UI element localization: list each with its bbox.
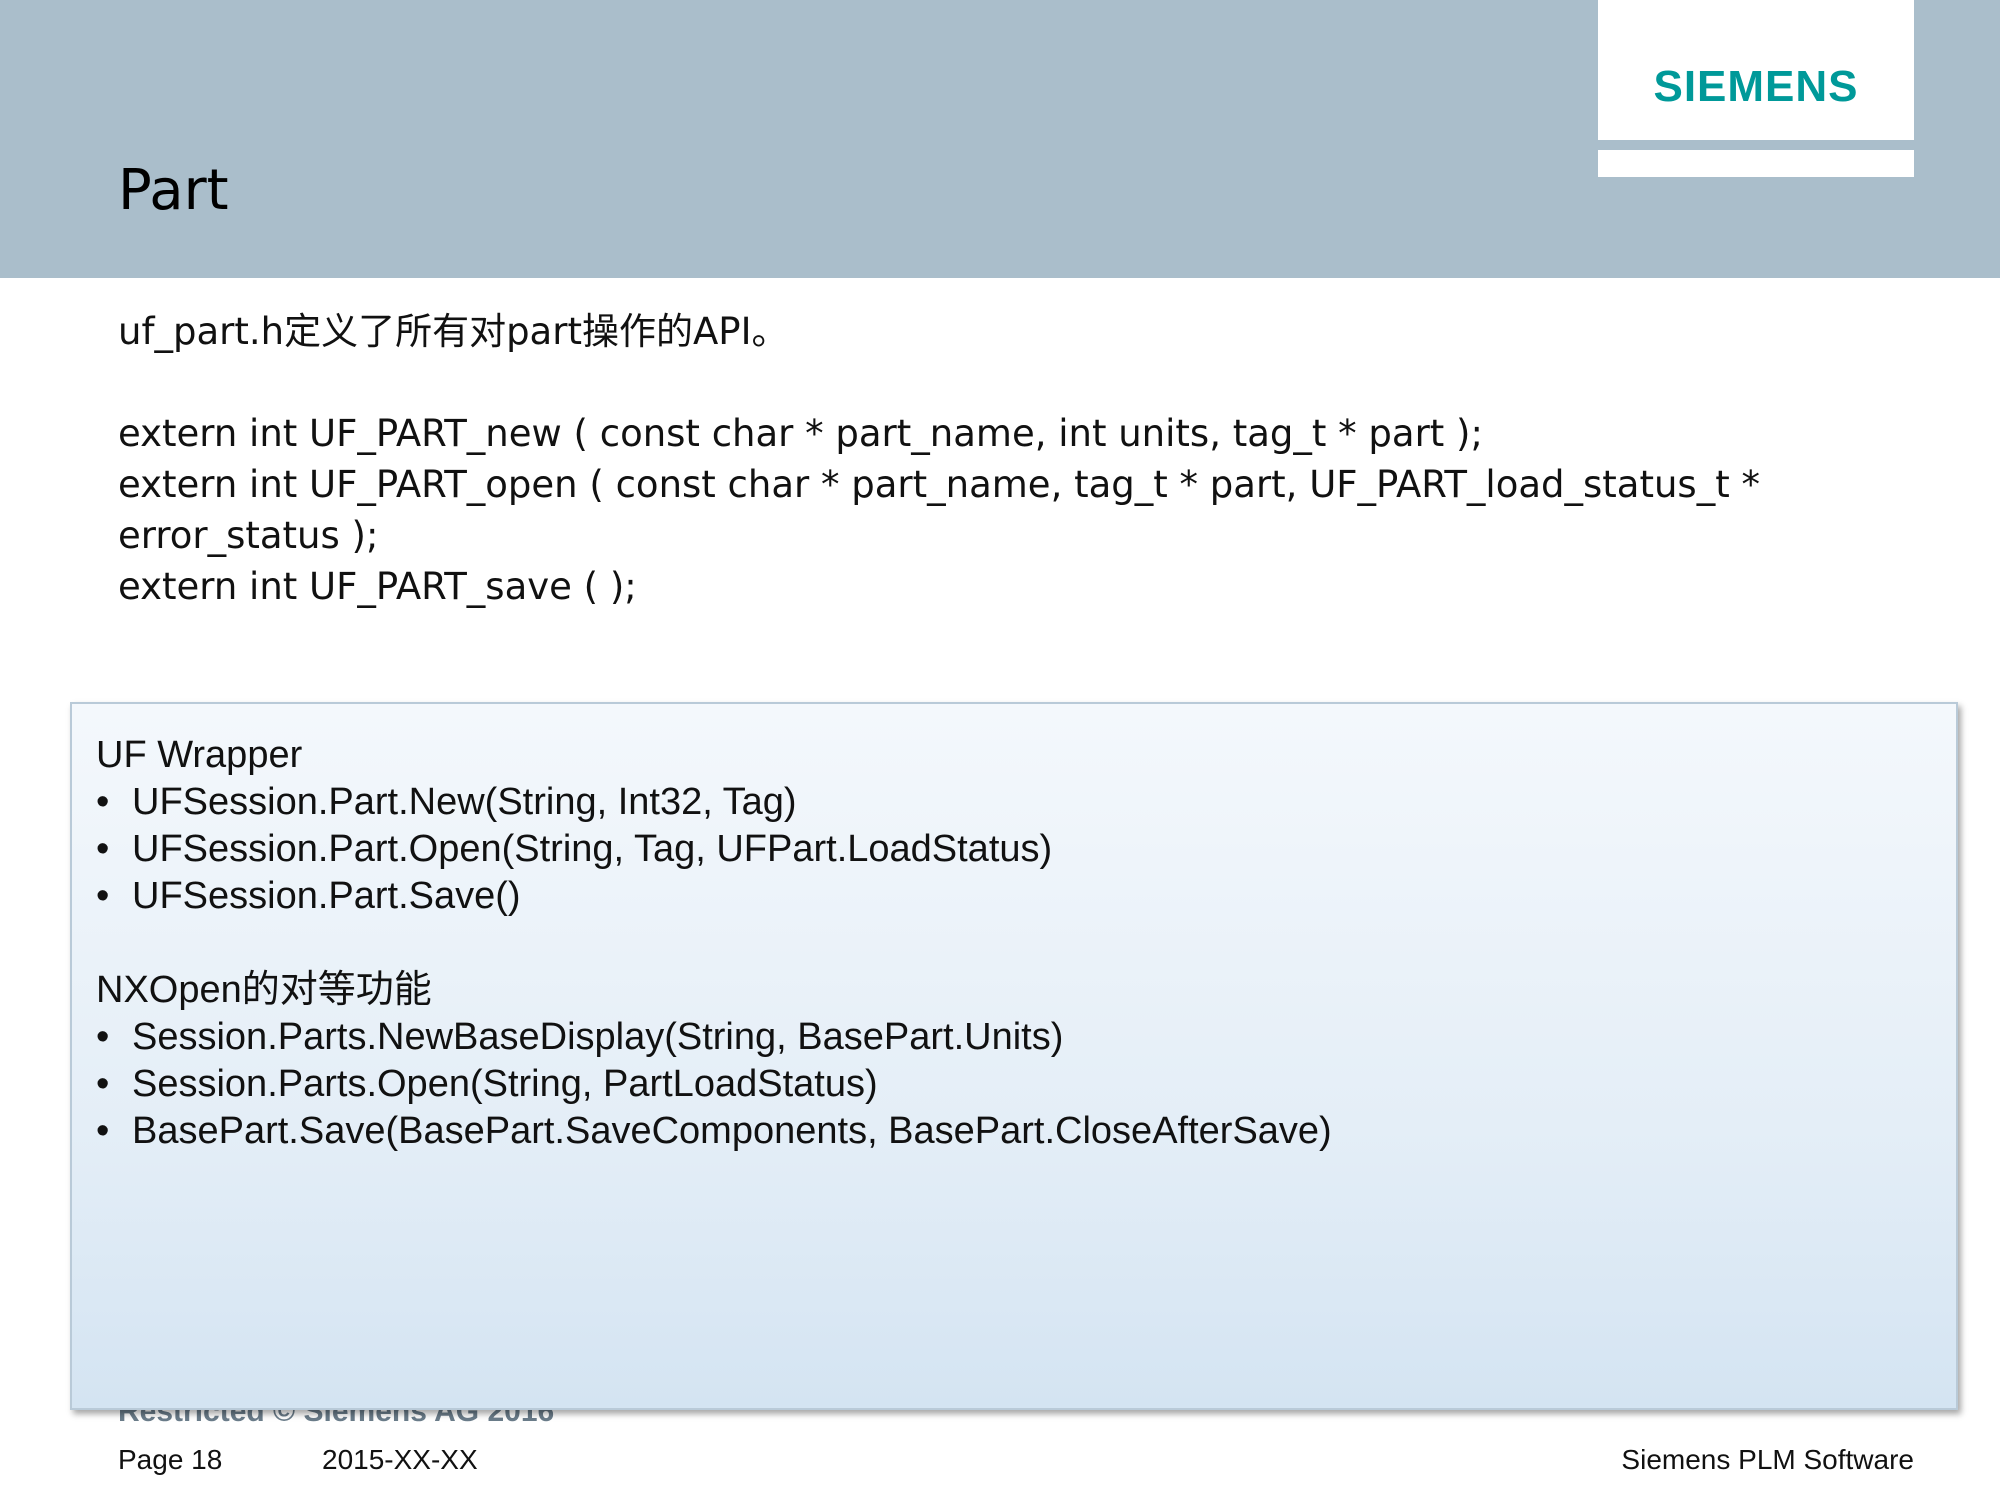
brand-text: SIEMENS: [1653, 62, 1859, 111]
code-line-save: extern int UF_PART_save ( );: [118, 565, 637, 608]
code-line-open: extern int UF_PART_open ( const char * p…: [118, 463, 1760, 557]
bullet-icon: •: [96, 781, 110, 823]
bullet-icon: •: [96, 1063, 110, 1105]
intro-text: uf_part.h定义了所有对part操作的API。: [118, 310, 789, 353]
body-text: uf_part.h定义了所有对part操作的API。 extern int UF…: [118, 306, 1768, 612]
uf-wrapper-list: • UFSession.Part.New(String, Int32, Tag) …: [96, 779, 1916, 920]
nxopen-heading: NXOpen的对等功能: [96, 969, 432, 1011]
list-item: • UFSession.Part.New(String, Int32, Tag): [96, 779, 1916, 826]
list-item: • UFSession.Part.Save(): [96, 873, 1916, 920]
callout-box: UF Wrapper • UFSession.Part.New(String, I…: [70, 702, 1958, 1410]
list-item: • Session.Parts.NewBaseDisplay(String, Ba…: [96, 1014, 1916, 1061]
bullet-icon: •: [96, 875, 110, 917]
bullet-icon: •: [96, 1110, 110, 1152]
nxopen-list: • Session.Parts.NewBaseDisplay(String, Ba…: [96, 1014, 1916, 1155]
list-item: • Session.Parts.Open(String, PartLoadStat…: [96, 1061, 1916, 1108]
company-name: Siemens PLM Software: [1621, 1444, 1914, 1475]
uf-wrapper-heading: UF Wrapper: [96, 734, 303, 776]
bullet-icon: •: [96, 1016, 110, 1058]
logo-underline: [1598, 150, 1914, 177]
list-item: • UFSession.Part.Open(String, Tag, UFPart…: [96, 826, 1916, 873]
siemens-logo: SIEMENS: [1598, 0, 1914, 140]
code-line-new: extern int UF_PART_new ( const char * pa…: [118, 412, 1483, 455]
list-item: • BasePart.Save(BasePart.SaveComponents, …: [96, 1108, 1916, 1155]
footer-date: 2015-XX-XX: [322, 1444, 478, 1475]
bullet-icon: •: [96, 828, 110, 870]
page-number: Page 18: [118, 1444, 223, 1475]
page-title: Part: [118, 158, 229, 223]
